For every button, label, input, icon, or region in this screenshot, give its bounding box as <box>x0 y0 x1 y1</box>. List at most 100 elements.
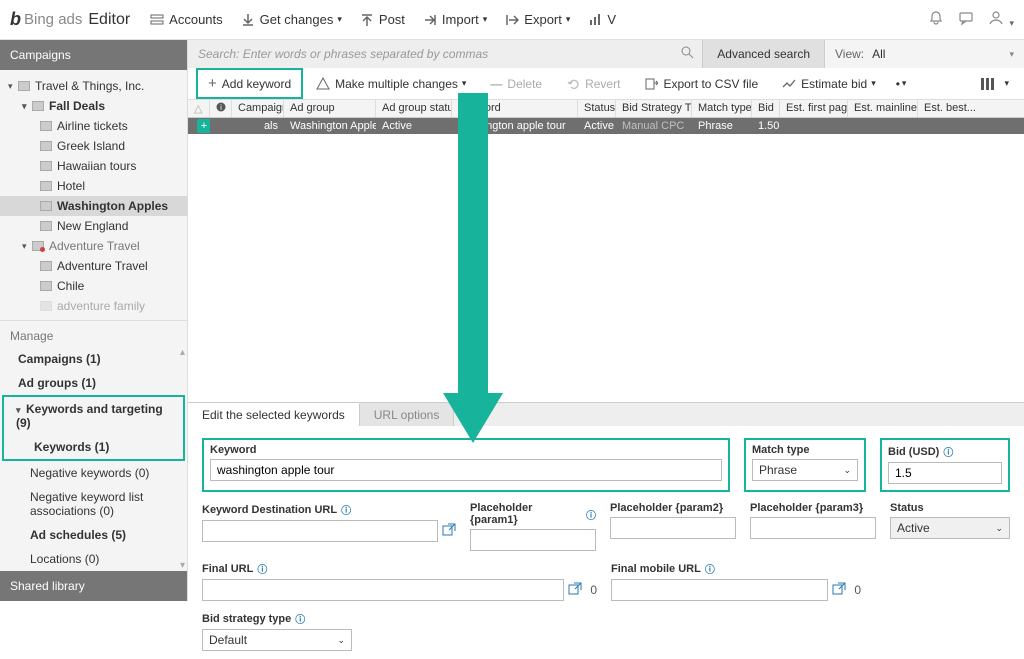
tree-adgroup-greek[interactable]: Greek Island <box>0 136 187 156</box>
bid-strategy-type-select[interactable]: Default ⌄ <box>202 629 352 651</box>
accounts-menu[interactable]: Accounts <box>150 12 222 27</box>
param1-input[interactable] <box>470 529 596 551</box>
col-bid-strategy[interactable]: Bid Strategy T... <box>616 100 692 117</box>
feedback-icon[interactable] <box>958 10 974 29</box>
chevron-down-icon: ▾ <box>1009 18 1014 28</box>
visualization-label: V <box>607 12 616 27</box>
tree-adgroup-hawaiian[interactable]: Hawaiian tours <box>0 156 187 176</box>
shared-library-button[interactable]: Shared library <box>0 571 187 601</box>
col-est-mainline[interactable]: Est. mainline... <box>848 100 918 117</box>
chevron-down-icon: ▾ <box>462 78 467 89</box>
col-status[interactable]: Status <box>578 100 616 117</box>
info-icon[interactable]: ⓘ <box>586 507 596 522</box>
manage-campaigns[interactable]: Campaigns (1) <box>0 347 187 371</box>
col-match-type[interactable]: Match type <box>692 100 752 117</box>
search-icon[interactable] <box>673 46 702 62</box>
table-row[interactable]: + als Washington Apples Active washingto… <box>188 118 1024 134</box>
col-bid[interactable]: Bid <box>752 100 780 117</box>
tree-adgroup-washington[interactable]: Washington Apples <box>0 196 187 216</box>
match-type-field-box: Match type Phrase ⌄ <box>744 438 866 492</box>
get-changes-menu[interactable]: Get changes ▾ <box>241 12 342 27</box>
info-icon[interactable]: ⓘ <box>341 502 351 517</box>
match-type-select[interactable]: Phrase ⌄ <box>752 459 858 481</box>
adgroup-icon <box>40 301 52 311</box>
tree-adgroup-adventure-travel[interactable]: Adventure Travel <box>0 256 187 276</box>
bid-label: Bid (USD) <box>888 446 939 458</box>
manage-neg-list-assoc[interactable]: Negative keyword list associations (0) <box>0 485 187 523</box>
status-select[interactable]: Active ⌄ <box>890 517 1010 539</box>
external-link-icon[interactable] <box>832 582 846 599</box>
toolbar-overflow[interactable]: • ▾ <box>889 72 914 96</box>
search-input[interactable] <box>188 40 673 68</box>
export-label: Export <box>524 12 562 27</box>
scroll-up-icon[interactable]: ▴ <box>180 347 185 358</box>
col-keyword[interactable]: Keyword <box>452 100 578 117</box>
tab-edit-selected[interactable]: Edit the selected keywords <box>188 403 360 426</box>
tree-adgroup-chile[interactable]: Chile <box>0 276 187 296</box>
col-est-first[interactable]: Est. first pag... <box>780 100 848 117</box>
param2-label: Placeholder {param2} <box>610 502 736 514</box>
param3-input[interactable] <box>750 517 876 539</box>
import-label: Import <box>442 12 479 27</box>
col-ad-group[interactable]: Ad group <box>284 100 376 117</box>
col-campaign[interactable]: Campaign <box>232 100 284 117</box>
get-changes-label: Get changes <box>260 12 334 27</box>
user-menu[interactable]: ▾ <box>988 10 1014 29</box>
post-menu[interactable]: Post <box>360 12 405 27</box>
info-icon[interactable]: ⓘ <box>705 561 715 576</box>
tree-adgroup-adventure-family[interactable]: adventure family <box>0 296 187 316</box>
col-status-icon[interactable]: i <box>210 100 232 117</box>
estimate-bid-button[interactable]: Estimate bid ▾ <box>771 72 887 96</box>
make-multiple-changes-button[interactable]: Make multiple changes ▾ <box>305 72 477 96</box>
tree-adgroup-airline[interactable]: Airline tickets <box>0 116 187 136</box>
notifications-icon[interactable] <box>928 10 944 29</box>
import-icon <box>423 13 437 27</box>
revert-button[interactable]: Revert <box>555 72 631 96</box>
info-icon[interactable]: ⓘ <box>943 444 953 459</box>
col-ad-group-status[interactable]: Ad group status <box>376 100 452 117</box>
chevron-down-icon: ⌄ <box>995 523 1003 534</box>
manage-negative-keywords[interactable]: Negative keywords (0) <box>0 461 187 485</box>
manage-keywords-targeting[interactable]: ▾Keywords and targeting (9) <box>4 397 183 435</box>
info-icon: i <box>216 102 226 112</box>
bid-input[interactable] <box>888 462 1002 484</box>
view-selector[interactable]: View: All ▾ <box>824 40 1024 68</box>
manage-ad-schedules[interactable]: Ad schedules (5) <box>0 523 187 547</box>
scroll-down-icon[interactable]: ▾ <box>180 560 185 571</box>
tree-adgroup-hotel[interactable]: Hotel <box>0 176 187 196</box>
edit-form: Keyword Match type Phrase ⌄ Bid (USD) ⓘ <box>188 426 1024 659</box>
keyword-field-box: Keyword <box>202 438 730 492</box>
export-menu[interactable]: Export ▾ <box>505 12 570 27</box>
tab-url-options[interactable]: URL options <box>360 403 455 426</box>
param2-input[interactable] <box>610 517 736 539</box>
final-mobile-url-input[interactable] <box>611 579 828 601</box>
delete-button[interactable]: — Delete <box>479 72 553 96</box>
logo-ads: Bing ads <box>24 11 82 28</box>
post-label: Post <box>379 12 405 27</box>
dest-url-input[interactable] <box>202 520 438 542</box>
grid-body-empty <box>188 134 1024 402</box>
columns-button[interactable]: ▾ <box>973 72 1016 96</box>
visualization-menu[interactable]: V <box>588 12 616 27</box>
tree-account[interactable]: ▾Travel & Things, Inc. <box>0 76 187 96</box>
tree-campaign-adventure[interactable]: ▾Adventure Travel <box>0 236 187 256</box>
import-menu[interactable]: Import ▾ <box>423 12 487 27</box>
col-add[interactable]: △ <box>188 100 210 117</box>
tree-campaign-fall-deals[interactable]: ▾Fall Deals <box>0 96 187 116</box>
cell-campaign: als <box>232 119 284 133</box>
final-url-input[interactable] <box>202 579 564 601</box>
info-icon[interactable]: ⓘ <box>295 611 305 626</box>
info-icon[interactable]: ⓘ <box>257 561 267 576</box>
manage-ad-groups[interactable]: Ad groups (1) <box>0 371 187 395</box>
add-keyword-button[interactable]: + Add keyword <box>196 68 303 99</box>
external-link-icon[interactable] <box>442 523 456 540</box>
manage-locations[interactable]: Locations (0) <box>0 547 187 571</box>
external-link-icon[interactable] <box>568 582 582 599</box>
keyword-input[interactable] <box>210 459 722 481</box>
col-est-best[interactable]: Est. best... <box>918 100 1024 117</box>
tree-adgroup-new-england[interactable]: New England <box>0 216 187 236</box>
advanced-search-button[interactable]: Advanced search <box>702 40 824 68</box>
manage-keywords[interactable]: Keywords (1) <box>4 435 183 459</box>
sidebar-header-campaigns[interactable]: Campaigns <box>0 40 187 70</box>
export-csv-button[interactable]: Export to CSV file <box>633 72 769 96</box>
